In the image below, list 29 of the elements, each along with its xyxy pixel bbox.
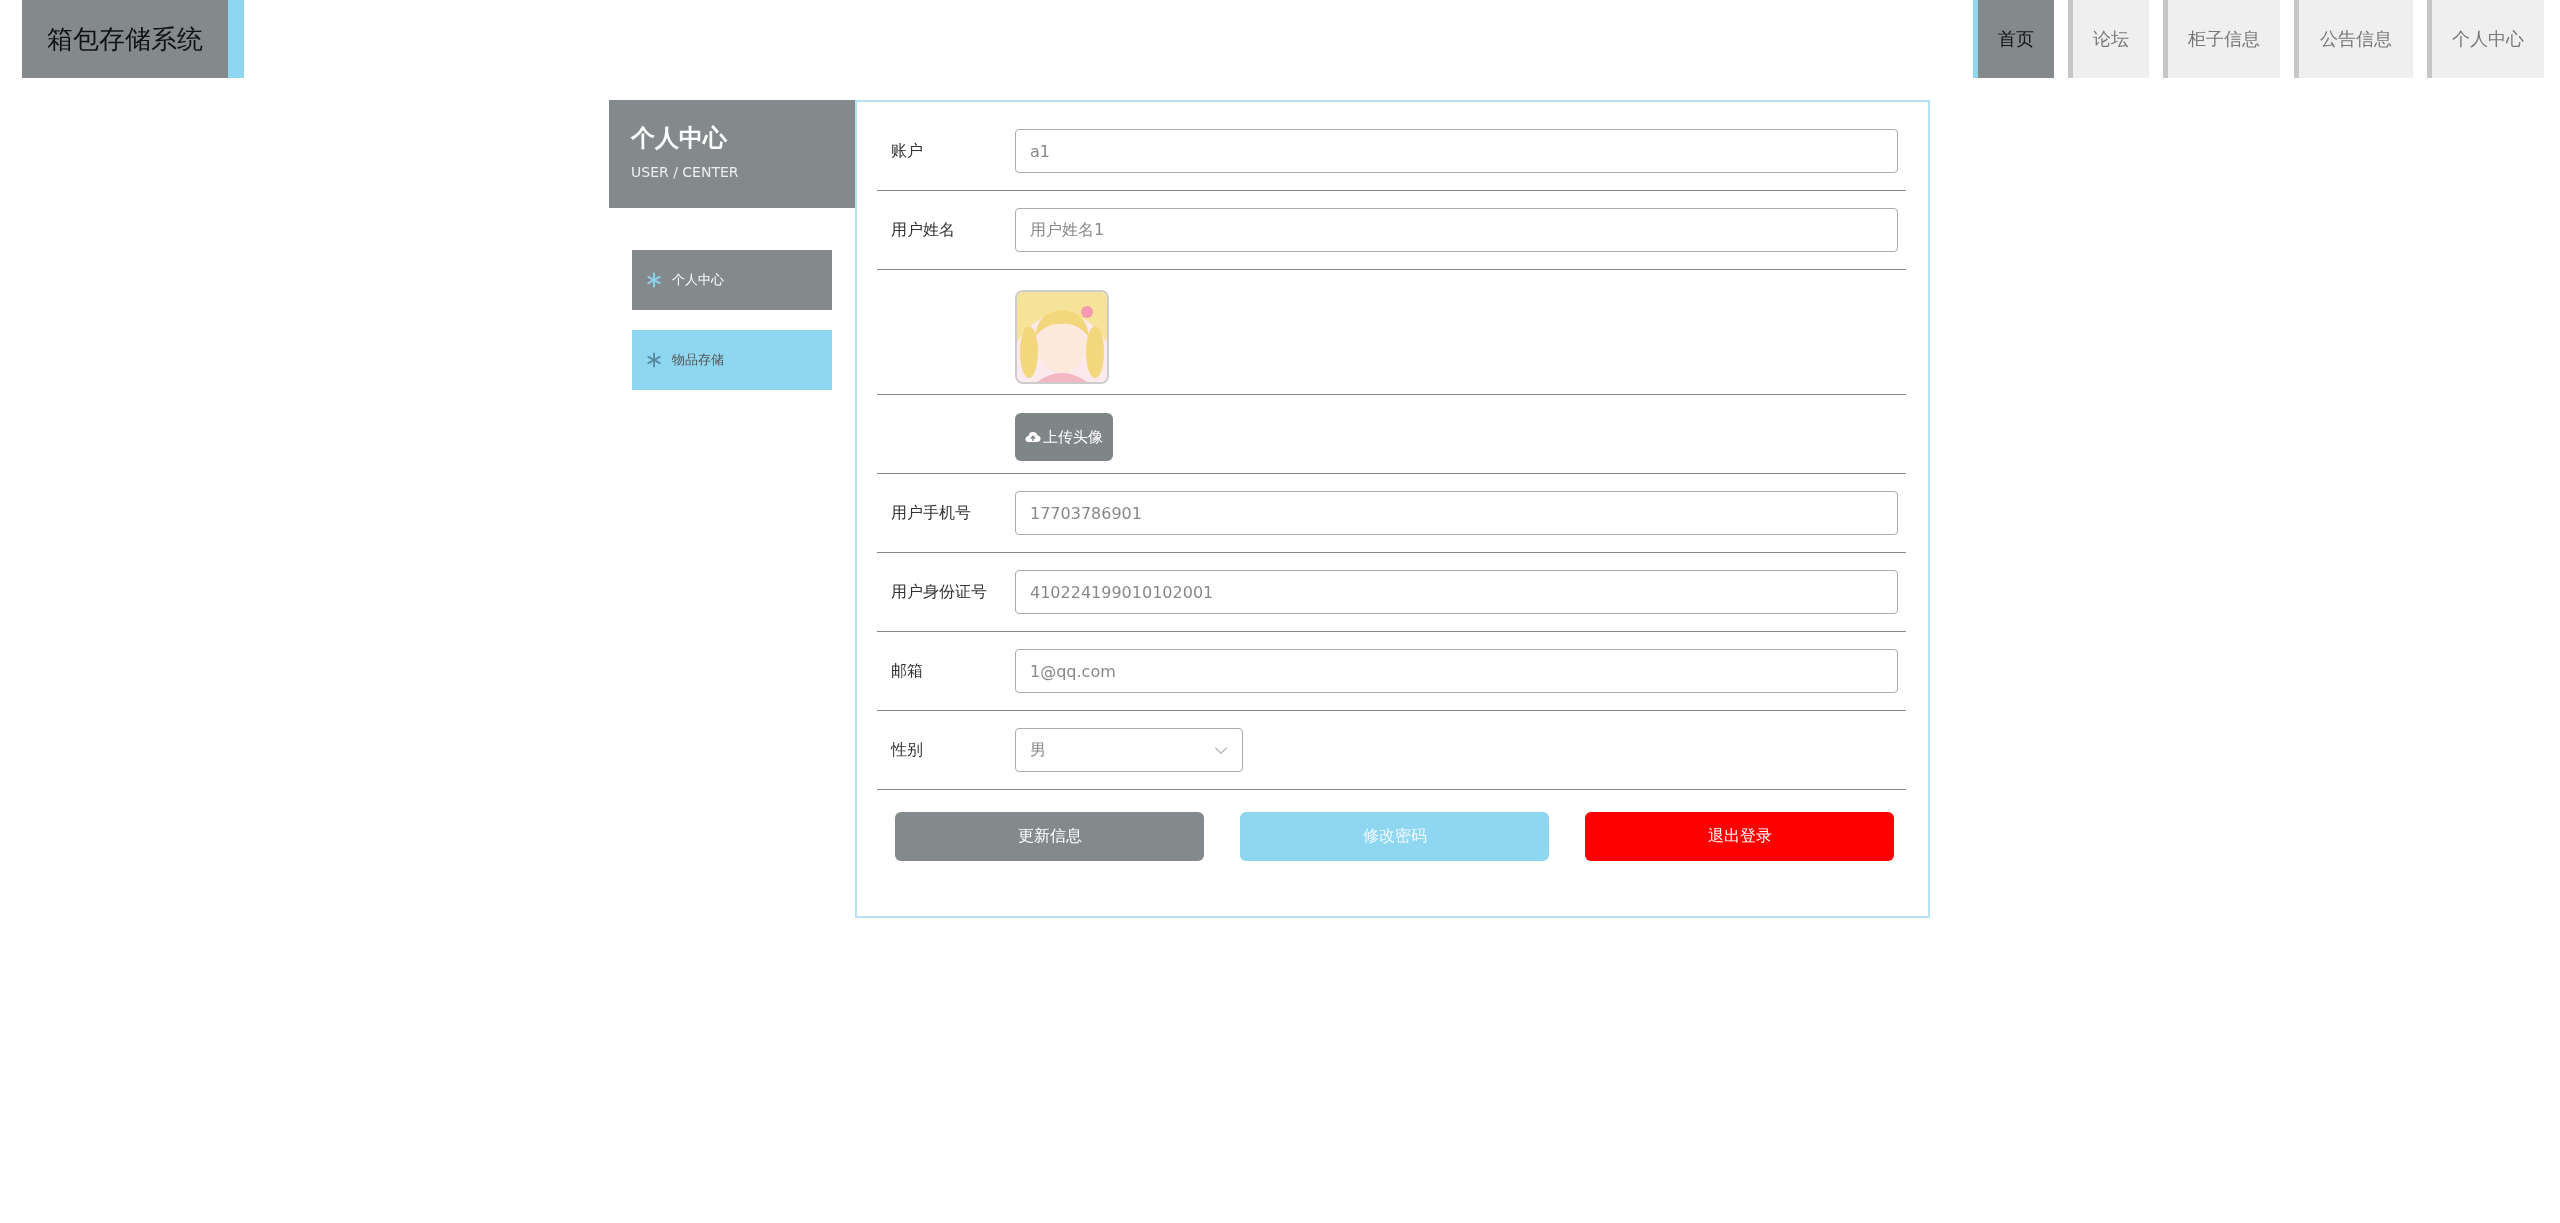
field-label: 账户 — [891, 140, 924, 162]
field-label: 性别 — [891, 739, 924, 761]
field-label: 用户姓名 — [891, 219, 956, 241]
cloud-upload-icon — [1025, 431, 1041, 443]
snowflake-icon — [646, 352, 662, 368]
sidebar-title: 个人中心 — [631, 123, 728, 154]
select-field[interactable]: 男 — [1015, 728, 1243, 772]
input-field[interactable]: 用户姓名1 — [1015, 208, 1898, 252]
sidebar-item[interactable]: 个人中心 — [632, 250, 832, 310]
upload-button[interactable]: 上传头像 — [1015, 413, 1113, 461]
nav-tab[interactable]: 公告信息 — [2294, 0, 2413, 78]
input-field[interactable]: 17703786901 — [1015, 491, 1898, 535]
input-field[interactable]: 410224199010102001 — [1015, 570, 1898, 614]
input-field[interactable]: a1 — [1015, 129, 1898, 173]
snowflake-icon — [646, 272, 662, 288]
site-title: 箱包存储系统 — [22, 0, 244, 78]
action-button[interactable]: 退出登录 — [1585, 812, 1894, 861]
nav-tab[interactable]: 柜子信息 — [2163, 0, 2280, 78]
field-label: 用户身份证号 — [891, 581, 988, 603]
input-field[interactable]: 1@qq.com — [1015, 649, 1898, 693]
nav-tab[interactable]: 论坛 — [2068, 0, 2149, 78]
action-button[interactable]: 更新信息 — [895, 812, 1204, 861]
sidebar-subtitle: USER / CENTER — [631, 164, 740, 180]
chevron-down-icon — [1214, 745, 1228, 755]
nav-tab[interactable]: 个人中心 — [2427, 0, 2544, 78]
nav-tab[interactable]: 首页 — [1973, 0, 2054, 78]
field-label: 邮箱 — [891, 660, 924, 682]
sidebar-item[interactable]: 物品存储 — [632, 330, 832, 390]
field-label: 用户手机号 — [891, 502, 972, 524]
